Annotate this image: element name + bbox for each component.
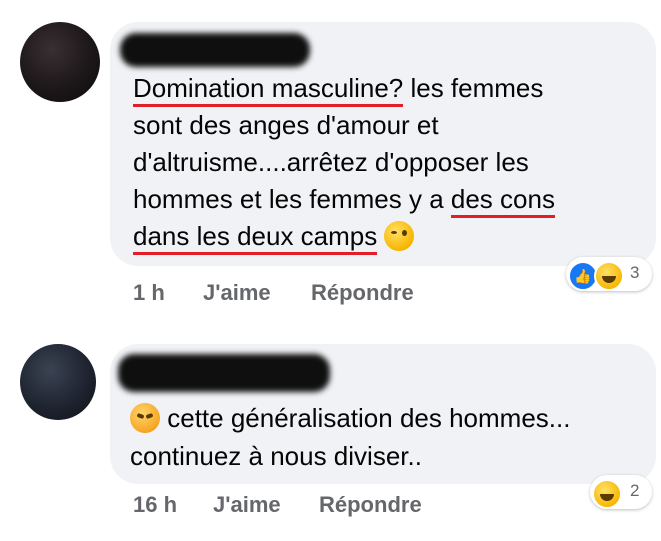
comment-timestamp[interactable]: 1 h <box>133 280 165 306</box>
commenter-avatar[interactable] <box>20 22 100 102</box>
underlined-phrase: dans les deux camps <box>133 221 378 255</box>
angry-emoji-icon <box>130 403 160 433</box>
comment-text: Domination masculine? les femmes sont de… <box>133 70 555 255</box>
reaction-summary[interactable]: 2 <box>590 475 652 509</box>
like-button[interactable]: J'aime <box>203 280 271 306</box>
commenter-name-redacted <box>120 33 310 67</box>
reaction-summary[interactable]: 👍 3 <box>566 257 652 291</box>
haha-icon <box>594 261 624 291</box>
haha-icon <box>592 479 622 509</box>
comment-text: cette généralisation des hommes... conti… <box>130 403 571 471</box>
underlined-phrase: Domination masculine? <box>133 73 404 107</box>
commenter-name-redacted <box>118 354 330 392</box>
comment-actions: 16 h J'aime Répondre <box>133 492 453 522</box>
comment-timestamp[interactable]: 16 h <box>133 492 177 518</box>
like-button[interactable]: J'aime <box>213 492 281 518</box>
wink-emoji-icon <box>384 221 415 251</box>
reply-button[interactable]: Répondre <box>319 492 422 518</box>
reaction-count: 3 <box>630 263 640 282</box>
comment-actions: 1 h J'aime Répondre <box>133 280 453 310</box>
commenter-avatar[interactable] <box>20 344 96 420</box>
reaction-count: 2 <box>630 481 640 500</box>
underlined-phrase: des cons <box>450 184 555 218</box>
reply-button[interactable]: Répondre <box>311 280 414 306</box>
